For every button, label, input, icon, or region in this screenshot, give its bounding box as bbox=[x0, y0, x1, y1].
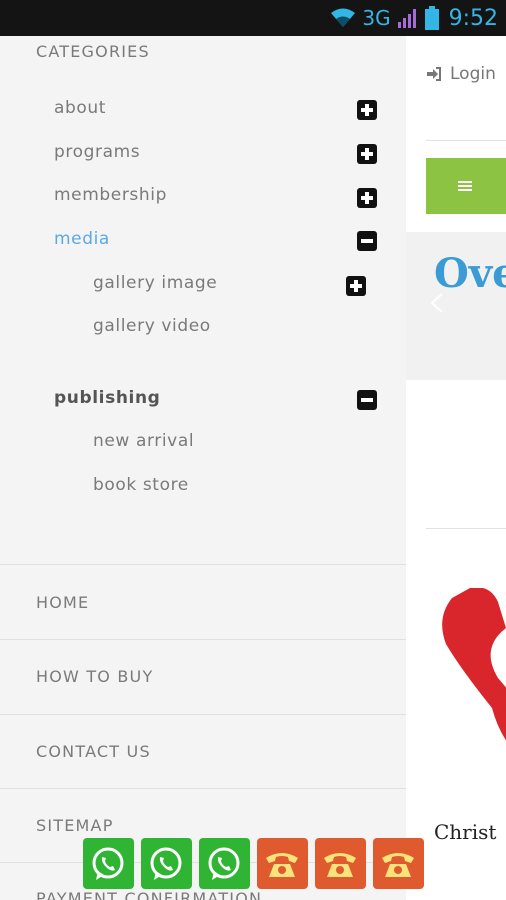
login-link[interactable]: Login bbox=[426, 64, 496, 84]
phone-button[interactable] bbox=[372, 838, 424, 889]
divider bbox=[0, 788, 406, 789]
hamburger-icon bbox=[458, 179, 472, 193]
category-media[interactable]: media bbox=[54, 229, 110, 249]
subcategory-gallery-image[interactable]: gallery image bbox=[93, 273, 217, 293]
expand-plus-icon[interactable] bbox=[357, 100, 377, 120]
hero-title: Ove bbox=[434, 250, 506, 297]
phone-button[interactable] bbox=[314, 838, 366, 889]
subcategory-new-arrival[interactable]: new arrival bbox=[93, 431, 194, 451]
nav-how-to-buy[interactable]: HOW TO BUY bbox=[36, 667, 153, 686]
category-membership[interactable]: membership bbox=[54, 185, 167, 205]
whatsapp-icon bbox=[208, 847, 240, 880]
divider bbox=[426, 528, 506, 529]
nav-home[interactable]: HOME bbox=[36, 593, 89, 612]
hero-banner: Ove bbox=[406, 232, 506, 380]
divider bbox=[0, 564, 406, 565]
page-content: Login Ove Christ bbox=[406, 36, 506, 900]
navigation-drawer: CATEGORIES about programs membership med… bbox=[0, 36, 406, 900]
battery-icon bbox=[424, 6, 439, 30]
whatsapp-icon bbox=[92, 847, 124, 880]
phone-icon bbox=[266, 852, 298, 877]
subcategory-gallery-video[interactable]: gallery video bbox=[93, 316, 211, 336]
phone-icon bbox=[324, 852, 356, 877]
clock: 9:52 bbox=[448, 5, 498, 31]
whatsapp-button[interactable] bbox=[198, 838, 250, 889]
divider bbox=[0, 714, 406, 715]
signal-icon bbox=[397, 9, 416, 28]
collapse-minus-icon[interactable] bbox=[357, 390, 377, 410]
whatsapp-button[interactable] bbox=[140, 838, 192, 889]
logo-image bbox=[442, 588, 506, 741]
nav-contact-us[interactable]: CONTACT US bbox=[36, 742, 151, 761]
phone-button[interactable] bbox=[256, 838, 308, 889]
sign-in-icon bbox=[427, 67, 441, 81]
divider bbox=[0, 639, 406, 640]
status-bar: 3G 9:52 bbox=[0, 0, 506, 36]
expand-plus-icon[interactable] bbox=[346, 276, 366, 296]
menu-toggle-button[interactable] bbox=[426, 158, 506, 214]
category-publishing[interactable]: publishing bbox=[54, 388, 160, 408]
divider bbox=[426, 140, 506, 141]
login-label: Login bbox=[450, 64, 496, 84]
whatsapp-icon bbox=[150, 847, 182, 880]
collapse-minus-icon[interactable] bbox=[357, 231, 377, 251]
expand-plus-icon[interactable] bbox=[357, 144, 377, 164]
categories-heading: CATEGORIES bbox=[36, 42, 150, 61]
network-type: 3G bbox=[362, 6, 391, 30]
category-about[interactable]: about bbox=[54, 98, 106, 118]
whatsapp-button[interactable] bbox=[82, 838, 134, 889]
expand-plus-icon[interactable] bbox=[357, 188, 377, 208]
category-programs[interactable]: programs bbox=[54, 142, 140, 162]
slider-prev-icon[interactable] bbox=[430, 292, 444, 314]
subcategory-book-store[interactable]: book store bbox=[93, 475, 189, 495]
wifi-icon bbox=[331, 8, 356, 27]
phone-icon bbox=[382, 852, 414, 877]
contact-bar bbox=[0, 830, 506, 900]
